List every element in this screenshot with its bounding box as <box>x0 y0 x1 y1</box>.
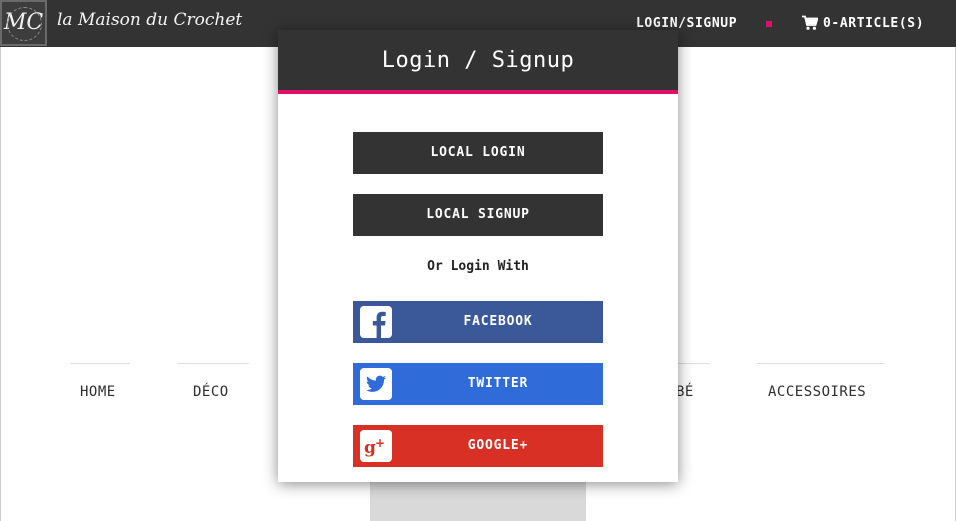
nav-separator-dot <box>766 21 772 27</box>
google-plus-login-button[interactable]: g + GOOGLE+ <box>353 425 603 467</box>
logo[interactable]: MC <box>0 0 47 46</box>
twitter-icon <box>360 368 392 400</box>
page-border <box>0 47 1 521</box>
logo-monogram: MC <box>2 2 45 44</box>
facebook-icon <box>360 306 392 338</box>
google-plus-label: GOOGLE+ <box>467 438 529 453</box>
category-divider <box>676 363 710 364</box>
svg-text:+: + <box>375 436 386 450</box>
category-accessoires[interactable]: ACCESSOIRES <box>768 384 866 400</box>
twitter-login-button[interactable]: TWITTER <box>353 363 603 405</box>
category-home[interactable]: HOME <box>80 384 116 400</box>
category-bebe[interactable]: BÉ <box>676 384 694 400</box>
local-login-button[interactable]: LOCAL LOGIN <box>353 132 603 174</box>
category-divider <box>757 363 885 364</box>
google-plus-icon: g + <box>360 430 392 462</box>
category-divider <box>70 363 130 364</box>
twitter-label: TWITTER <box>467 376 529 391</box>
modal-header: Login / Signup <box>278 30 678 94</box>
local-signup-button[interactable]: LOCAL SIGNUP <box>353 194 603 236</box>
shopping-cart-icon[interactable] <box>802 15 818 31</box>
or-login-with-text: Or Login With <box>427 259 529 274</box>
facebook-label: FACEBOOK <box>463 314 533 329</box>
login-signup-link[interactable]: LOGIN/SIGNUP <box>636 16 737 31</box>
brand-name[interactable]: la Maison du Crochet <box>57 10 242 30</box>
category-deco[interactable]: DÉCO <box>193 384 229 400</box>
cart-link[interactable]: 0-ARTICLE(S) <box>823 16 924 31</box>
facebook-login-button[interactable]: FACEBOOK <box>353 301 603 343</box>
category-divider <box>177 363 249 364</box>
login-modal: Login / Signup LOCAL LOGIN LOCAL SIGNUP … <box>278 30 678 482</box>
modal-title: Login / Signup <box>381 48 575 73</box>
